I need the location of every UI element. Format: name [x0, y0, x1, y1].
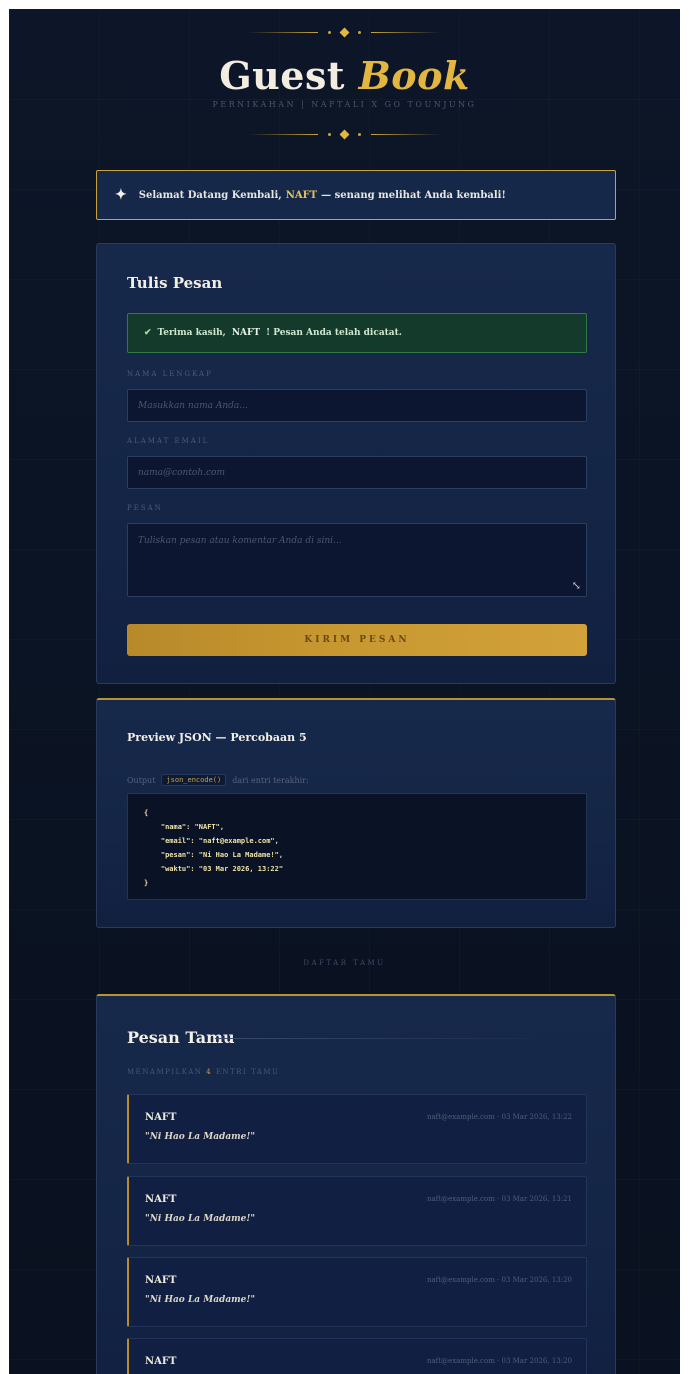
welcome-prefix: Selamat Datang Kembali, [138, 189, 282, 201]
alert-prefix: Terima kasih, [157, 328, 226, 338]
subtitle-prefix: MENAMPILKAN [127, 1068, 203, 1076]
welcome-name: NAFT [285, 189, 318, 201]
json-code-block: { "nama": "NAFT", "email": "naft@example… [127, 793, 587, 900]
output-suffix: dari entri terakhir: [232, 775, 309, 785]
output-description: Output json_encode() dari entri terakhir… [127, 774, 309, 786]
entry-message: "Ni Hao La Madame!" [145, 1214, 256, 1224]
page: Guest Book PERNIKAHAN | NAFTALI X GO TOU… [9, 9, 680, 1374]
entry-message: "Ni Hao La Madame!" [145, 1295, 256, 1305]
entry-meta: naft@example.com · 03 Mar 2026, 13:22 [426, 1113, 572, 1121]
preview-title: Preview JSON — Percobaan 5 [127, 731, 307, 744]
title-main: Guest [219, 53, 345, 98]
entry-meta: naft@example.com · 03 Mar 2026, 13:20 [426, 1357, 572, 1365]
guest-entry: NAFT naft@example.com · 03 Mar 2026, 13:… [127, 1176, 587, 1246]
success-alert: ✔ Terima kasih, NAFT ! Pesan Anda telah … [127, 313, 587, 353]
name-placeholder: Masukkan nama Anda... [138, 400, 248, 411]
alert-name: NAFT [231, 328, 261, 338]
guestbook-subtitle: MENAMPILKAN 4 ENTRI TAMU [127, 1068, 279, 1076]
guest-entry: NAFT naft@example.com · 03 Mar 2026, 13:… [127, 1094, 587, 1164]
message-placeholder: Tuliskan pesan atau komentar Anda di sin… [138, 536, 342, 546]
page-subtitle: PERNIKAHAN | NAFTALI X GO TOUNJUNG [212, 100, 477, 109]
subtitle-suffix: ENTRI TAMU [215, 1068, 280, 1076]
page-title: Guest Book [9, 53, 680, 98]
welcome-suffix: — senang melihat Anda kembali! [321, 189, 506, 201]
title-divider [215, 1038, 555, 1039]
entry-name: NAFT [145, 1112, 177, 1123]
check-icon: ✔ [144, 328, 152, 338]
guest-messages-card: Pesan Tamu MENAMPILKAN 4 ENTRI TAMU NAFT… [96, 994, 616, 1374]
subtitle-count: 4 [206, 1068, 213, 1076]
email-label: ALAMAT EMAIL [127, 437, 210, 445]
email-placeholder: nama@contoh.com [138, 467, 226, 478]
section-divider: DAFTAR TAMU [303, 959, 386, 967]
entry-message: "Ni Hao La Madame!" [145, 1132, 256, 1142]
resize-handle-icon[interactable]: ⤡ [572, 579, 581, 592]
title-accent: Book [358, 53, 470, 98]
alert-suffix: ! Pesan Anda telah dicatat. [266, 328, 402, 338]
message-textarea[interactable]: Tuliskan pesan atau komentar Anda di sin… [127, 523, 587, 597]
name-label: NAMA LENGKAP [127, 370, 213, 378]
entry-name: NAFT [145, 1275, 177, 1286]
email-input[interactable]: nama@contoh.com [127, 456, 587, 489]
bottom-ornament [9, 129, 680, 139]
top-ornament [9, 27, 680, 37]
entry-name: NAFT [145, 1356, 177, 1367]
sparkle-icon: ✦ [115, 187, 127, 203]
entry-meta: naft@example.com · 03 Mar 2026, 13:20 [426, 1276, 572, 1284]
message-form-card: Tulis Pesan ✔ Terima kasih, NAFT ! Pesan… [96, 243, 616, 684]
submit-button[interactable]: KIRIM PESAN [127, 624, 587, 656]
message-label: PESAN [127, 504, 163, 512]
name-input[interactable]: Masukkan nama Anda... [127, 389, 587, 422]
form-title: Tulis Pesan [127, 274, 223, 292]
guest-entry: NAFT naft@example.com · 03 Mar 2026, 13:… [127, 1338, 587, 1374]
output-prefix: Output [127, 775, 156, 785]
json-preview-card: Preview JSON — Percobaan 5 Output json_e… [96, 698, 616, 928]
entry-meta: naft@example.com · 03 Mar 2026, 13:21 [426, 1195, 572, 1203]
entry-name: NAFT [145, 1194, 177, 1205]
guest-entry: NAFT naft@example.com · 03 Mar 2026, 13:… [127, 1257, 587, 1327]
output-code: json_encode() [161, 774, 227, 786]
welcome-banner: ✦ Selamat Datang Kembali, NAFT — senang … [96, 170, 616, 220]
